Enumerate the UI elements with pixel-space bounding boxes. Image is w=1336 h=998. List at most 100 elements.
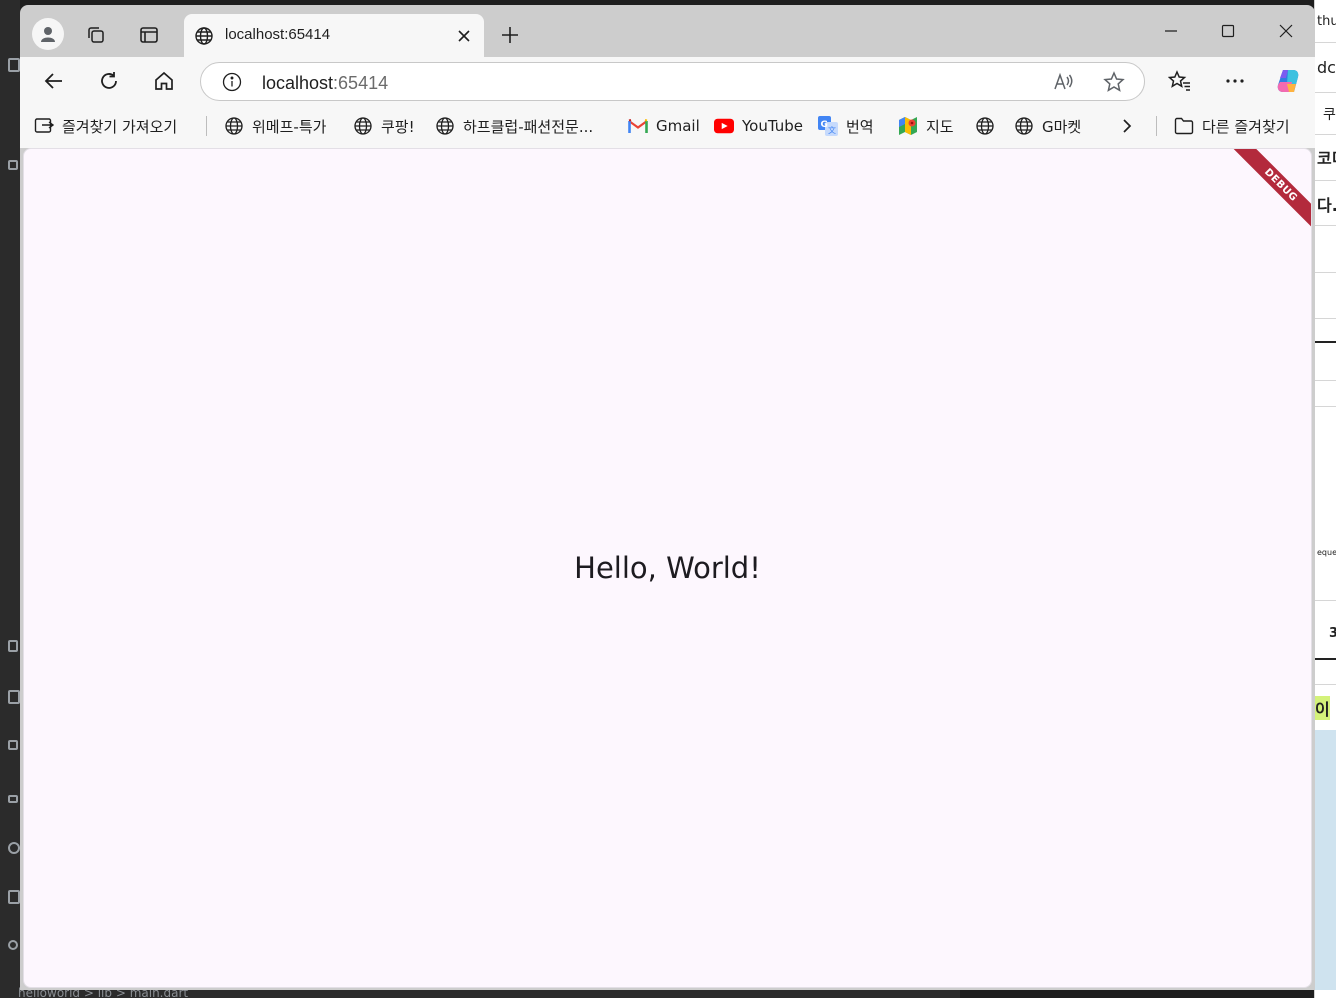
- tab-title: localhost:65414: [225, 26, 331, 43]
- favorite-maps[interactable]: 지도: [898, 114, 954, 138]
- favorite-unnamed[interactable]: [975, 114, 1003, 138]
- divider: [1315, 42, 1336, 43]
- background-illustration: [1315, 730, 1336, 990]
- favorite-import[interactable]: 즐겨찾기 가져오기: [34, 114, 177, 138]
- maximize-button[interactable]: [1208, 15, 1248, 47]
- profile-button[interactable]: [32, 18, 64, 50]
- favorite-gmail[interactable]: Gmail: [628, 114, 700, 138]
- favorite-label: YouTube: [742, 117, 803, 135]
- favorite-wemakeprice[interactable]: 위메프-특가: [224, 114, 326, 138]
- vertical-tabs-button[interactable]: [133, 19, 165, 51]
- document-icon: [8, 890, 20, 904]
- favorite-label: 쿠팡!: [381, 117, 415, 136]
- globe-icon: [195, 27, 213, 45]
- maximize-icon: [1221, 24, 1235, 38]
- divider: [1315, 380, 1336, 381]
- svg-text:G: G: [821, 120, 828, 130]
- star-icon[interactable]: [1103, 71, 1125, 93]
- device-icon: [8, 690, 20, 704]
- background-text: 다.: [1317, 196, 1336, 215]
- divider: [1315, 658, 1336, 660]
- globe-icon: [1014, 116, 1034, 136]
- favorite-label: Gmail: [656, 117, 700, 135]
- favorite-label: 번역: [846, 117, 874, 136]
- divider: [1315, 406, 1336, 407]
- page-viewport: Hello, World! DEBUG: [23, 148, 1312, 988]
- home-button[interactable]: [146, 65, 182, 97]
- refresh-button[interactable]: [91, 65, 127, 97]
- new-tab-button[interactable]: [494, 19, 526, 51]
- import-favorites-icon: [34, 116, 54, 136]
- more-horizontal-icon: [1226, 79, 1244, 83]
- favorite-label: 지도: [926, 117, 954, 136]
- active-tab[interactable]: localhost:65414: [184, 14, 484, 57]
- background-text: thu: [1317, 14, 1336, 29]
- favorite-label: 위메프-특가: [252, 117, 327, 136]
- divider: [1315, 134, 1336, 135]
- close-icon: [458, 30, 470, 42]
- maps-icon: [898, 116, 918, 136]
- home-icon: [155, 71, 173, 90]
- background-text: 3: [1329, 626, 1336, 641]
- back-button[interactable]: [36, 65, 72, 97]
- youtube-icon: [714, 116, 734, 136]
- hello-world-text: Hello, World!: [574, 551, 761, 585]
- globe-icon: [224, 116, 244, 136]
- favorites-bar: 즐겨찾기 가져오기 위메프-특가 쿠팡! 하프클럽-패션전문... Gmail …: [20, 105, 1315, 148]
- favorite-label: 다른 즐겨찾기: [1202, 117, 1290, 136]
- favorite-coupang[interactable]: 쿠팡!: [353, 114, 415, 138]
- close-window-button[interactable]: [1266, 15, 1306, 47]
- workspaces-icon: [88, 27, 104, 43]
- folder-icon: [1174, 116, 1194, 136]
- background-right-window: thu dco 쿠 코디 다. eques 3 이: [1314, 0, 1336, 998]
- favorite-translate[interactable]: G文 번역: [818, 114, 874, 138]
- background-text: dco: [1317, 58, 1336, 77]
- favorites-separator: [206, 116, 207, 136]
- globe-icon: [435, 116, 455, 136]
- copilot-icon: [1277, 70, 1299, 92]
- address-bar[interactable]: localhost:65414: [200, 62, 1145, 101]
- key-icon: [8, 940, 18, 950]
- close-icon: [1279, 24, 1293, 38]
- site-info-icon[interactable]: [222, 72, 242, 92]
- arrow-left-icon: [44, 73, 62, 89]
- sidebar-tabs-icon: [140, 27, 158, 43]
- background-text: 코디: [1317, 149, 1336, 168]
- close-tab-button[interactable]: [452, 24, 476, 48]
- divider: [1315, 684, 1336, 685]
- divider: [1315, 341, 1336, 343]
- favorites-button[interactable]: [1162, 65, 1198, 97]
- divider: [1315, 225, 1336, 226]
- minimize-icon: [1165, 30, 1177, 32]
- favorite-halfclub[interactable]: 하프클럽-패션전문...: [435, 114, 593, 138]
- globe-icon: [353, 116, 373, 136]
- divider: [1315, 318, 1336, 319]
- minimize-button[interactable]: [1151, 15, 1191, 47]
- chevron-right-icon: [1123, 119, 1132, 133]
- url-port: :65414: [333, 73, 389, 93]
- favorites-separator: [1156, 116, 1157, 136]
- favorite-gmarket[interactable]: G마켓: [1014, 114, 1081, 138]
- explorer-icon: [8, 58, 20, 72]
- favorites-overflow-button[interactable]: [1119, 114, 1135, 138]
- copilot-button[interactable]: [1270, 65, 1306, 97]
- url-text[interactable]: localhost:65414: [262, 73, 388, 94]
- favorite-label: 즐겨찾기 가져오기: [62, 117, 178, 136]
- translate-icon: G文: [818, 116, 838, 136]
- settings-menu-button[interactable]: [1217, 65, 1253, 97]
- favorite-other-folder[interactable]: 다른 즐겨찾기: [1174, 114, 1290, 138]
- background-text: 쿠: [1323, 107, 1336, 123]
- svg-text:文: 文: [828, 125, 836, 135]
- favorite-label: G마켓: [1042, 117, 1082, 136]
- source-control-icon: [8, 740, 18, 750]
- gmail-icon: [628, 116, 648, 136]
- read-aloud-icon[interactable]: [1053, 71, 1075, 93]
- divider: [1315, 272, 1336, 273]
- debug-banner: DEBUG: [1232, 149, 1311, 234]
- workspaces-button[interactable]: [80, 19, 112, 51]
- globe-icon: [975, 116, 995, 136]
- list-icon: [8, 795, 18, 803]
- favorite-youtube[interactable]: YouTube: [714, 114, 803, 138]
- favorites-icon: [1168, 70, 1190, 91]
- favorite-label: 하프클럽-패션전문...: [463, 117, 594, 136]
